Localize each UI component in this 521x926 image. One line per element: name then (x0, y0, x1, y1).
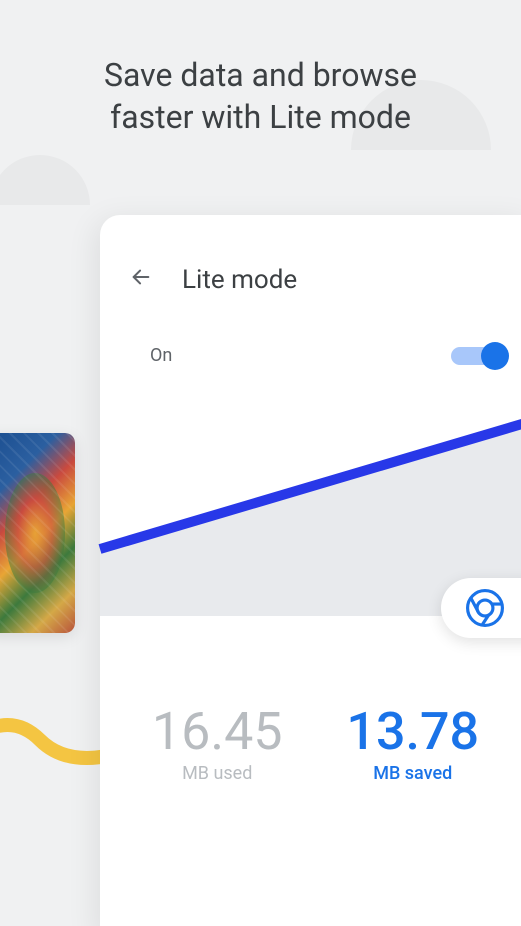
toggle-label: On (150, 345, 172, 366)
chrome-icon (466, 589, 504, 627)
promo-headline: Save data and browse faster with Lite mo… (0, 55, 521, 138)
chrome-chip (441, 578, 521, 638)
toggle-knob (481, 342, 509, 370)
card-title: Lite mode (182, 265, 297, 295)
cloud-decoration-left (0, 155, 90, 205)
lite-mode-toggle[interactable] (451, 347, 501, 365)
back-arrow-icon[interactable] (130, 266, 152, 294)
toggle-row: On (100, 295, 521, 366)
data-usage-chart (100, 416, 521, 616)
headline-line-1: Save data and browse (104, 56, 417, 94)
stat-used-value: 16.45 (152, 706, 283, 758)
stat-saved: 13.78 MB saved (346, 706, 479, 784)
stat-used-label: MB used (152, 763, 283, 784)
stat-saved-value: 13.78 (346, 706, 479, 758)
lite-mode-card: Lite mode On 16.45 MB used 13.78 M (100, 215, 521, 926)
stat-saved-label: MB saved (346, 763, 479, 784)
data-stats-row: 16.45 MB used 13.78 MB saved (100, 616, 521, 784)
headline-line-2: faster with Lite mode (110, 98, 411, 136)
stat-used: 16.45 MB used (152, 706, 283, 784)
card-header: Lite mode (100, 265, 521, 295)
decorative-art-thumbnail (0, 433, 75, 633)
